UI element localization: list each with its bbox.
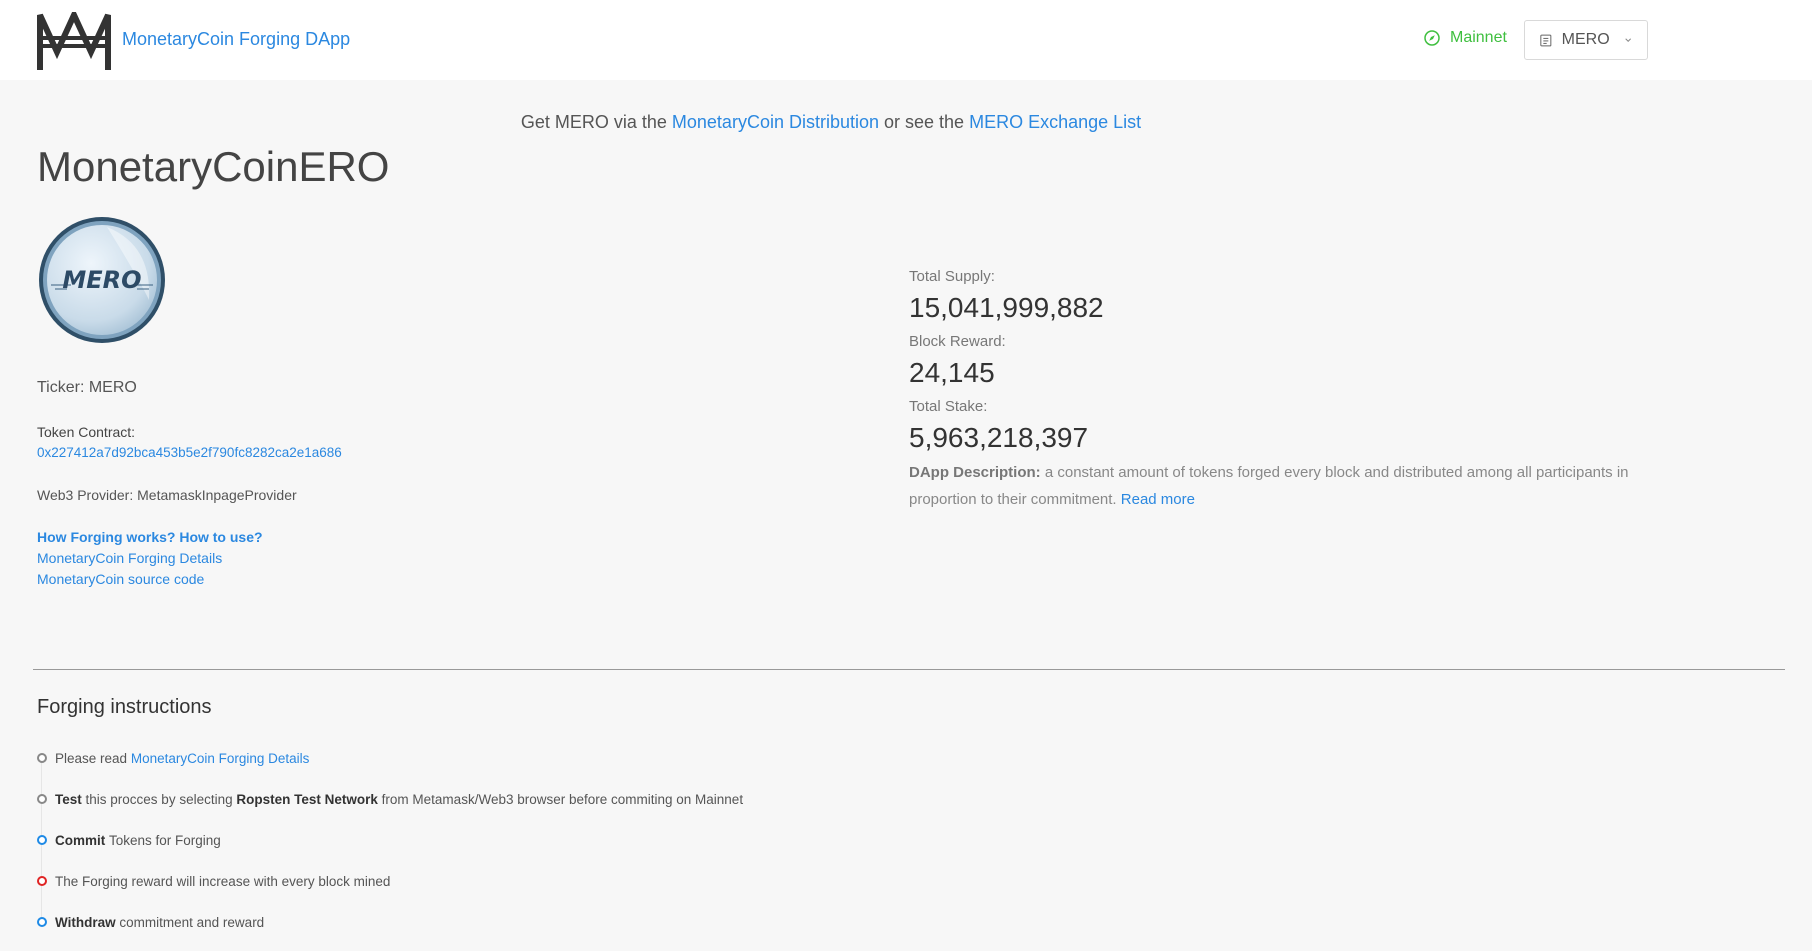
- chevron-down-icon: [1624, 38, 1631, 42]
- step2-text1: this procces by selecting: [85, 791, 233, 807]
- timeline-item: Commit Tokens for Forging: [37, 830, 221, 850]
- read-more-link[interactable]: Read more: [1121, 491, 1195, 508]
- document-icon: [1540, 34, 1552, 46]
- app-title-link[interactable]: MonetaryCoin Forging DApp: [122, 29, 350, 50]
- coin-label: MERO: [62, 266, 141, 294]
- section-divider: [33, 669, 1785, 670]
- timeline-item: Withdraw commitment and reward: [37, 912, 264, 932]
- step2-bold-test: Test: [55, 791, 82, 807]
- promo-prefix: Get MERO via the: [520, 112, 667, 132]
- timeline-dot-icon: [37, 794, 47, 804]
- token-contract-address-link[interactable]: 0x227412a7d92bca453b5e2f790fc8282ca2e1a6…: [37, 445, 342, 460]
- header-bar: MonetaryCoin Forging DApp Mainnet MERO: [0, 0, 1812, 80]
- timeline-dot-icon: [37, 835, 47, 845]
- token-contract-label: Token Contract:: [37, 424, 136, 440]
- description-label: DApp Description:: [909, 464, 1041, 481]
- total-stake-label: Total Stake:: [909, 398, 988, 415]
- dapp-description: DApp Description: a constant amount of t…: [909, 459, 1659, 513]
- exchange-list-link[interactable]: MERO Exchange List: [969, 112, 1141, 132]
- timeline-dot-icon: [37, 917, 47, 927]
- promo-middle: or see the: [884, 112, 965, 132]
- step1-text: Please read: [55, 750, 128, 766]
- monetarycoin-logo-icon[interactable]: [37, 12, 111, 70]
- timeline-item: Test this procces by selecting Ropsten T…: [37, 789, 743, 809]
- distribution-link[interactable]: MonetaryCoin Distribution: [672, 112, 879, 132]
- ticker-text: Ticker: MERO: [37, 379, 137, 396]
- total-stake-value: 5,963,218,397: [909, 422, 1089, 453]
- forging-details-link[interactable]: MonetaryCoin Forging Details: [37, 550, 222, 566]
- page-title: MonetaryCoinERO: [37, 143, 390, 190]
- source-code-link[interactable]: MonetaryCoin source code: [37, 571, 204, 587]
- timeline-item: Please read MonetaryCoin Forging Details: [37, 748, 309, 768]
- step5-bold: Withdraw: [55, 914, 116, 930]
- timeline-item: The Forging reward will increase with ev…: [37, 871, 390, 891]
- step3-text: Tokens for Forging: [109, 832, 221, 848]
- network-indicator: Mainnet: [1424, 29, 1507, 47]
- step5-text: commitment and reward: [119, 914, 265, 930]
- block-reward-value: 24,145: [909, 357, 995, 388]
- step4-text: The Forging reward will increase with ev…: [55, 873, 391, 889]
- forging-instructions-title: Forging instructions: [37, 696, 212, 718]
- total-supply-value: 15,041,999,882: [909, 292, 1104, 323]
- step2-text2: from Metamask/Web3 browser before commit…: [381, 791, 744, 807]
- compass-icon: [1424, 30, 1440, 46]
- web3-provider-text: Web3 Provider: MetamaskInpageProvider: [37, 487, 297, 503]
- block-reward-label: Block Reward:: [909, 333, 1006, 350]
- mero-coin-icon: MERO: [39, 217, 165, 343]
- timeline-dot-icon: [37, 876, 47, 886]
- step3-bold: Commit: [55, 832, 106, 848]
- token-select-value: MERO: [1561, 31, 1610, 48]
- total-supply-label: Total Supply:: [909, 268, 995, 285]
- step2-bold-network: Ropsten Test Network: [236, 791, 378, 807]
- timeline-dot-icon: [37, 753, 47, 763]
- step1-forging-details-link[interactable]: MonetaryCoin Forging Details: [131, 751, 310, 766]
- promo-line: Get MERO via the MonetaryCoin Distributi…: [0, 112, 1662, 133]
- token-select-dropdown[interactable]: MERO: [1524, 20, 1648, 60]
- network-label: Mainnet: [1450, 29, 1507, 46]
- how-forging-works-link[interactable]: How Forging works? How to use?: [37, 529, 263, 545]
